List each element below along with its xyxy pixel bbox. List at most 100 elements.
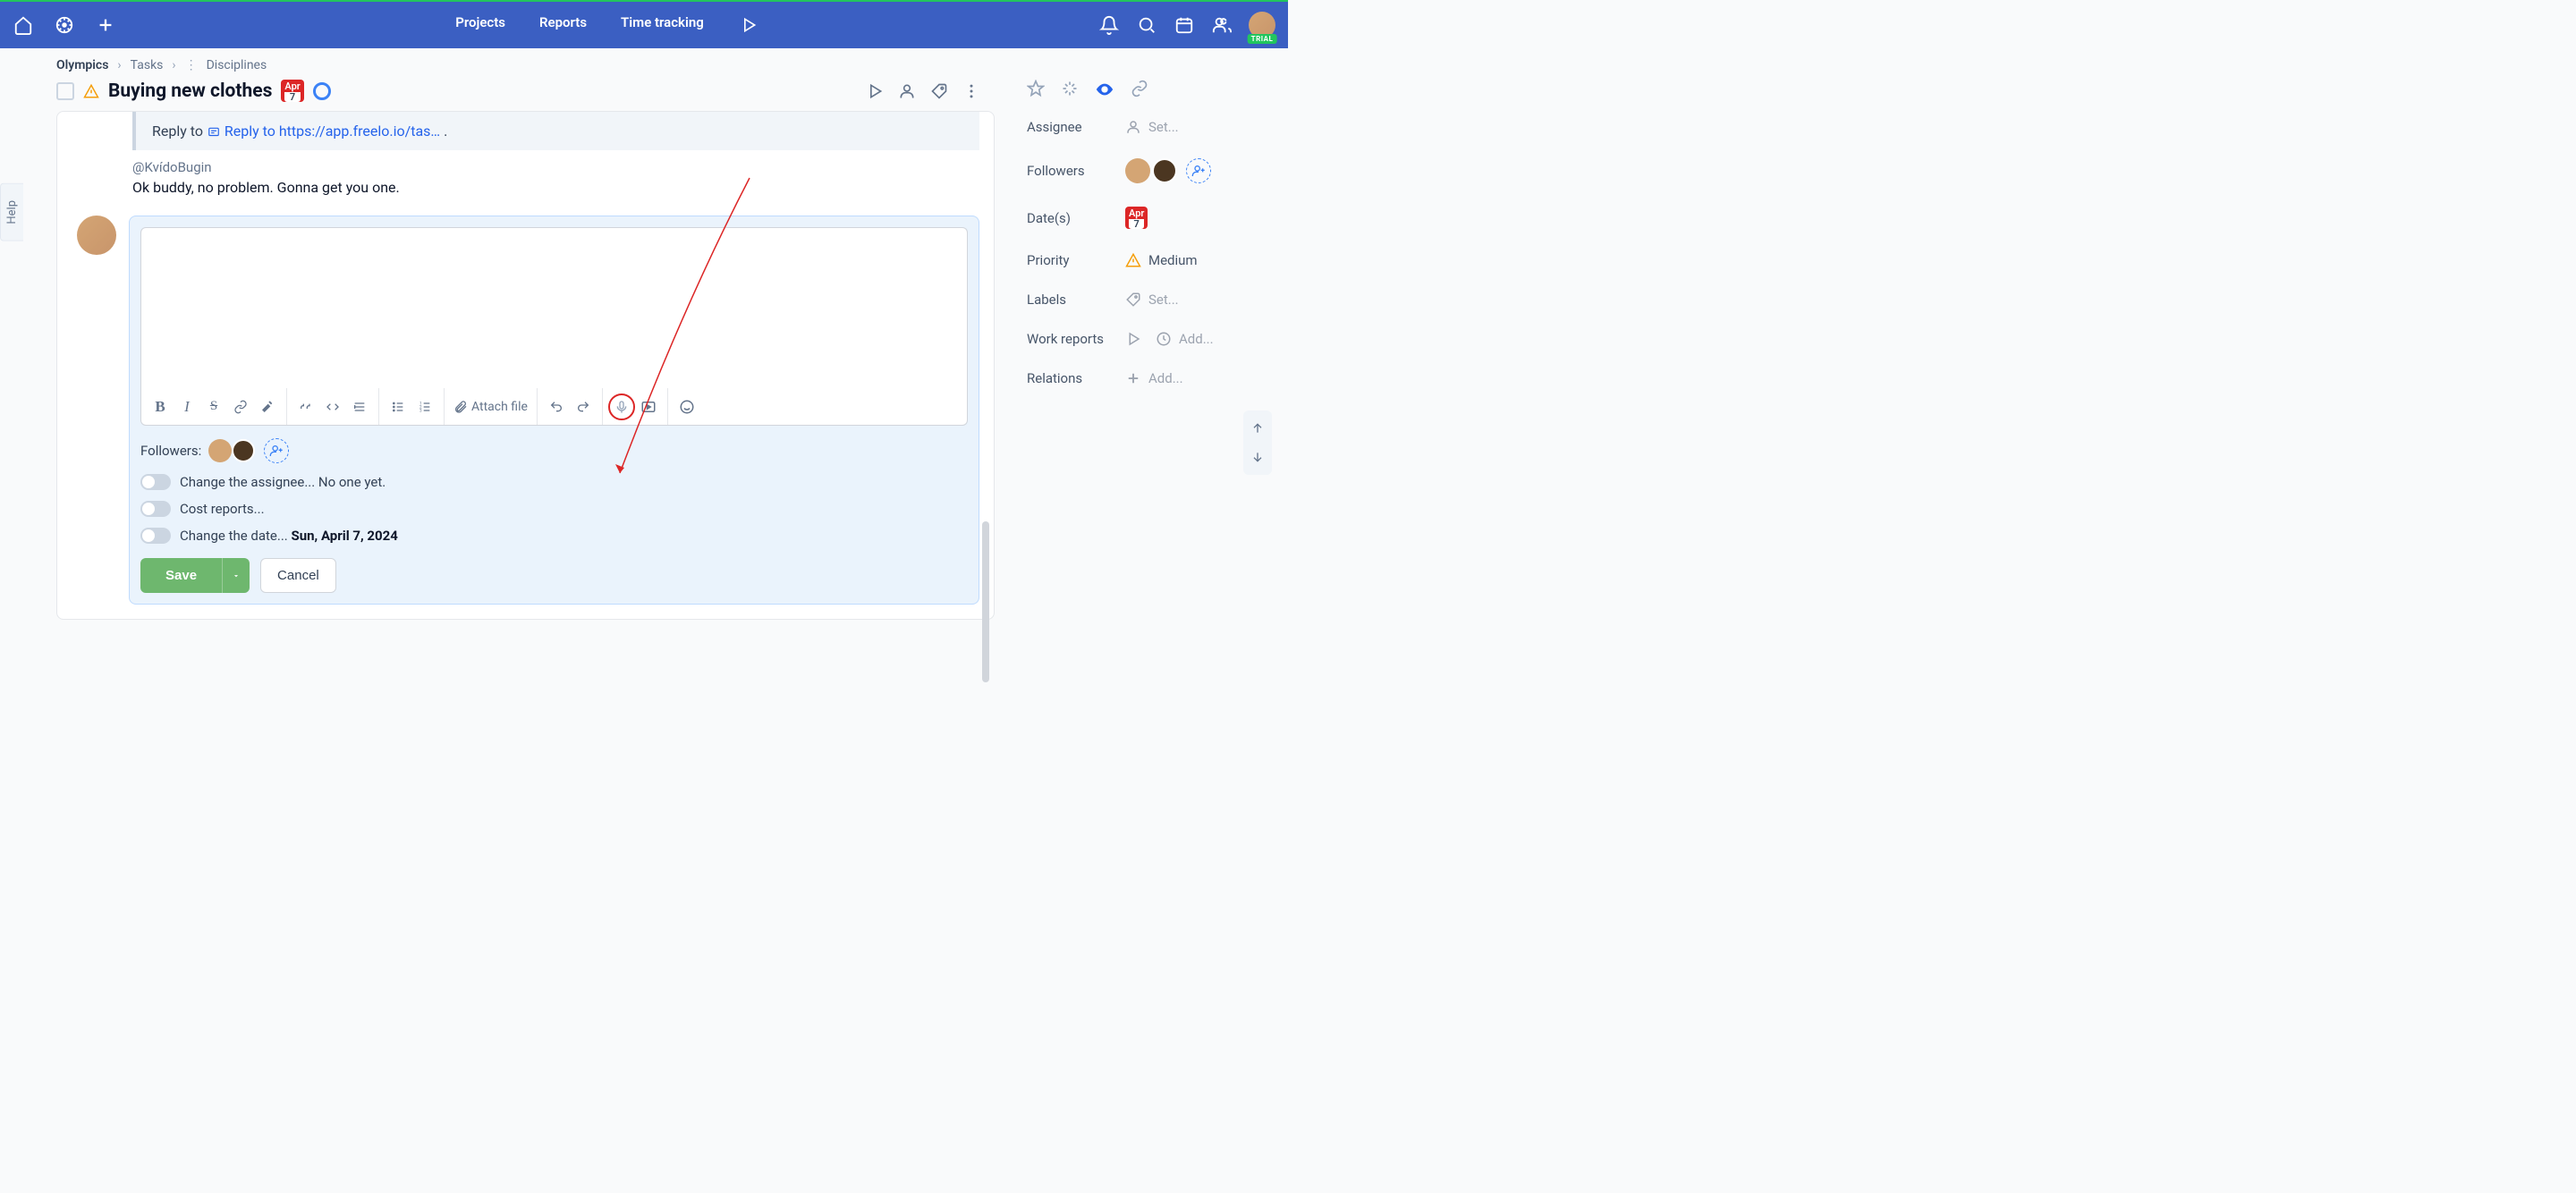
code-icon[interactable]	[319, 393, 346, 420]
status-circle-icon[interactable]	[313, 82, 331, 100]
sb-priority-label: Priority	[1027, 252, 1125, 268]
reply-suffix: .	[444, 123, 447, 140]
steering-wheel-icon[interactable]	[54, 14, 75, 36]
task-header: Buying new clothes Apr 7	[56, 80, 995, 111]
bell-icon[interactable]	[1098, 14, 1120, 36]
quote-icon[interactable]	[292, 393, 319, 420]
option-cost: Cost reports...	[140, 501, 968, 517]
sb-relations-value[interactable]: Add...	[1125, 370, 1288, 386]
scroll-up-icon[interactable]	[1249, 419, 1267, 437]
calendar-icon[interactable]	[1174, 14, 1195, 36]
nav-reports[interactable]: Reports	[539, 14, 587, 36]
help-tab[interactable]: Help	[0, 183, 23, 241]
add-follower-button[interactable]	[264, 438, 289, 463]
redo-icon[interactable]	[570, 393, 597, 420]
more-icon[interactable]	[962, 82, 980, 100]
editor-textarea[interactable]	[140, 227, 968, 388]
scroll-controls	[1243, 410, 1272, 475]
search-icon[interactable]	[1136, 14, 1157, 36]
task-checkbox[interactable]	[56, 82, 74, 100]
option-assignee: Change the assignee... No one yet.	[140, 474, 968, 490]
date-day: 7	[284, 92, 300, 102]
scroll-down-icon[interactable]	[1249, 448, 1267, 466]
toggle-assignee[interactable]	[140, 474, 171, 490]
strikethrough-icon[interactable]: S	[200, 393, 227, 420]
sb-dates-value[interactable]: Apr 7	[1125, 207, 1288, 229]
person-icon[interactable]	[898, 82, 916, 100]
bold-icon[interactable]: B	[147, 393, 174, 420]
follower-avatar[interactable]	[208, 439, 232, 462]
plus-icon[interactable]	[95, 14, 116, 36]
sb-date-month: Apr	[1129, 208, 1144, 218]
cancel-button[interactable]: Cancel	[260, 558, 336, 593]
attach-file-button[interactable]: Attach file	[445, 388, 538, 425]
bullet-list-icon[interactable]	[385, 393, 411, 420]
sb-followers-value[interactable]	[1125, 158, 1288, 183]
scrollbar[interactable]	[982, 521, 989, 682]
add-follower-button[interactable]	[1186, 158, 1211, 183]
sb-date-day: 7	[1129, 219, 1144, 229]
numbered-list-icon[interactable]: 123	[411, 393, 438, 420]
indent-icon[interactable]	[346, 393, 373, 420]
link-icon[interactable]	[227, 393, 254, 420]
sb-labels-label: Labels	[1027, 292, 1125, 308]
date-badge[interactable]: Apr 7	[281, 80, 303, 102]
chevron-right-icon: ›	[117, 58, 121, 72]
sb-assignee-value[interactable]: Set...	[1125, 119, 1288, 135]
task-title[interactable]: Buying new clothes	[108, 80, 272, 102]
follower-avatar[interactable]	[1152, 158, 1177, 183]
sb-add-text: Add...	[1148, 370, 1183, 386]
italic-icon[interactable]: I	[174, 393, 200, 420]
option-date-value: Sun, April 7, 2024	[291, 528, 397, 544]
option-date: Change the date... Sun, April 7, 2024	[140, 528, 968, 544]
reply-link[interactable]: Reply to https://app.freelo.io/tas…	[225, 123, 440, 140]
sb-followers-label: Followers	[1027, 163, 1125, 179]
nav-projects[interactable]: Projects	[455, 14, 505, 36]
tag-icon[interactable]	[930, 82, 948, 100]
date-month: Apr	[284, 81, 300, 91]
save-button[interactable]: Save	[140, 558, 222, 593]
sb-work-label: Work reports	[1027, 331, 1125, 347]
sb-priority-value[interactable]: Medium	[1125, 252, 1288, 268]
kebab-icon[interactable]: ⋮	[185, 58, 198, 72]
save-dropdown-button[interactable]	[222, 558, 250, 593]
star-icon[interactable]	[1027, 80, 1045, 99]
reply-prefix: Reply to	[152, 123, 207, 140]
highlight-icon[interactable]	[254, 393, 281, 420]
video-icon[interactable]	[635, 393, 662, 420]
eye-icon[interactable]	[1095, 80, 1114, 99]
toggle-date[interactable]	[140, 528, 171, 544]
option-date-prefix: Change the date...	[180, 528, 291, 544]
sb-work-value[interactable]: Add...	[1125, 331, 1288, 347]
reply-msg-icon	[207, 123, 225, 140]
undo-icon[interactable]	[543, 393, 570, 420]
sb-labels-value[interactable]: Set...	[1125, 292, 1288, 308]
emoji-icon[interactable]	[674, 393, 700, 420]
sb-relations-label: Relations	[1027, 370, 1125, 386]
nav-time-tracking[interactable]: Time tracking	[621, 14, 704, 36]
follower-avatar[interactable]	[1125, 158, 1150, 183]
crumb-tasks[interactable]: Tasks	[131, 58, 164, 72]
user-avatar[interactable]: TRIAL	[1249, 12, 1275, 38]
sb-assignee-label: Assignee	[1027, 119, 1125, 135]
link-chain-icon[interactable]	[1131, 80, 1148, 99]
attach-label: Attach file	[471, 400, 528, 414]
option-cost-label: Cost reports...	[180, 501, 265, 517]
comment-editor: B I S	[129, 216, 979, 605]
reply-quote: Reply to Reply to https://app.freelo.io/…	[132, 112, 979, 150]
home-icon[interactable]	[13, 14, 34, 36]
toggle-cost[interactable]	[140, 501, 171, 517]
sparkle-icon[interactable]	[1061, 80, 1079, 99]
mention-text: @KvídoBugin	[132, 159, 979, 175]
sb-set-text: Set...	[1148, 292, 1179, 308]
current-user-avatar	[77, 216, 116, 255]
people-icon[interactable]	[1211, 14, 1233, 36]
crumb-project[interactable]: Olympics	[56, 58, 108, 72]
crumb-section[interactable]: Disciplines	[207, 58, 267, 72]
follower-avatar[interactable]	[232, 439, 255, 462]
play-outline-icon[interactable]	[738, 14, 759, 36]
play-icon[interactable]	[866, 82, 884, 100]
sb-add-text: Add...	[1179, 331, 1214, 347]
microphone-icon[interactable]	[608, 393, 635, 420]
followers-row: Followers:	[140, 438, 968, 463]
